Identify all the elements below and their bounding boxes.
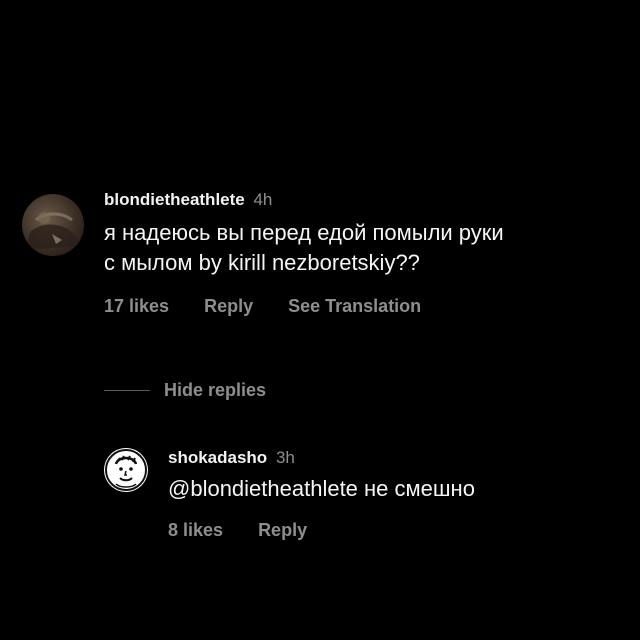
avatar[interactable] <box>22 194 84 256</box>
reply-body: shokadasho 3h @blondietheathlete не смеш… <box>168 446 618 541</box>
comment-text: я надеюсь вы перед едой помыли руки с мы… <box>104 218 624 278</box>
comment-text-line: я надеюсь вы перед едой помыли руки <box>104 220 504 245</box>
reply-actions: 8 likes Reply <box>168 520 618 541</box>
reply-header: shokadasho 3h <box>168 446 618 470</box>
divider <box>104 389 150 391</box>
hide-replies-button[interactable]: Hide replies <box>104 378 266 402</box>
comment-actions: 17 likes Reply See Translation <box>104 296 624 317</box>
reply-avatar[interactable] <box>104 448 148 492</box>
comment-header: blondietheathlete 4h <box>104 188 624 212</box>
username[interactable]: blondietheathlete <box>104 190 245 209</box>
user-photo-icon <box>26 212 80 250</box>
reply-reply-button[interactable]: Reply <box>258 520 307 540</box>
cartoon-face-icon <box>105 449 147 491</box>
reply-text: @blondietheathlete не смешно <box>168 476 475 501</box>
reply-button[interactable]: Reply <box>204 296 253 316</box>
reply-likes-count[interactable]: 8 likes <box>168 520 223 540</box>
hide-replies-label: Hide replies <box>164 379 267 400</box>
timestamp: 4h <box>253 190 273 209</box>
reply-timestamp: 3h <box>275 448 295 467</box>
comment-body: blondietheathlete 4h я надеюсь вы перед … <box>104 188 624 317</box>
comment-text-line: с мылом by kirill nezboretskiy?? <box>104 250 420 275</box>
likes-count[interactable]: 17 likes <box>104 296 169 316</box>
reply-username[interactable]: shokadasho <box>168 448 267 467</box>
see-translation-button[interactable]: See Translation <box>288 296 421 316</box>
